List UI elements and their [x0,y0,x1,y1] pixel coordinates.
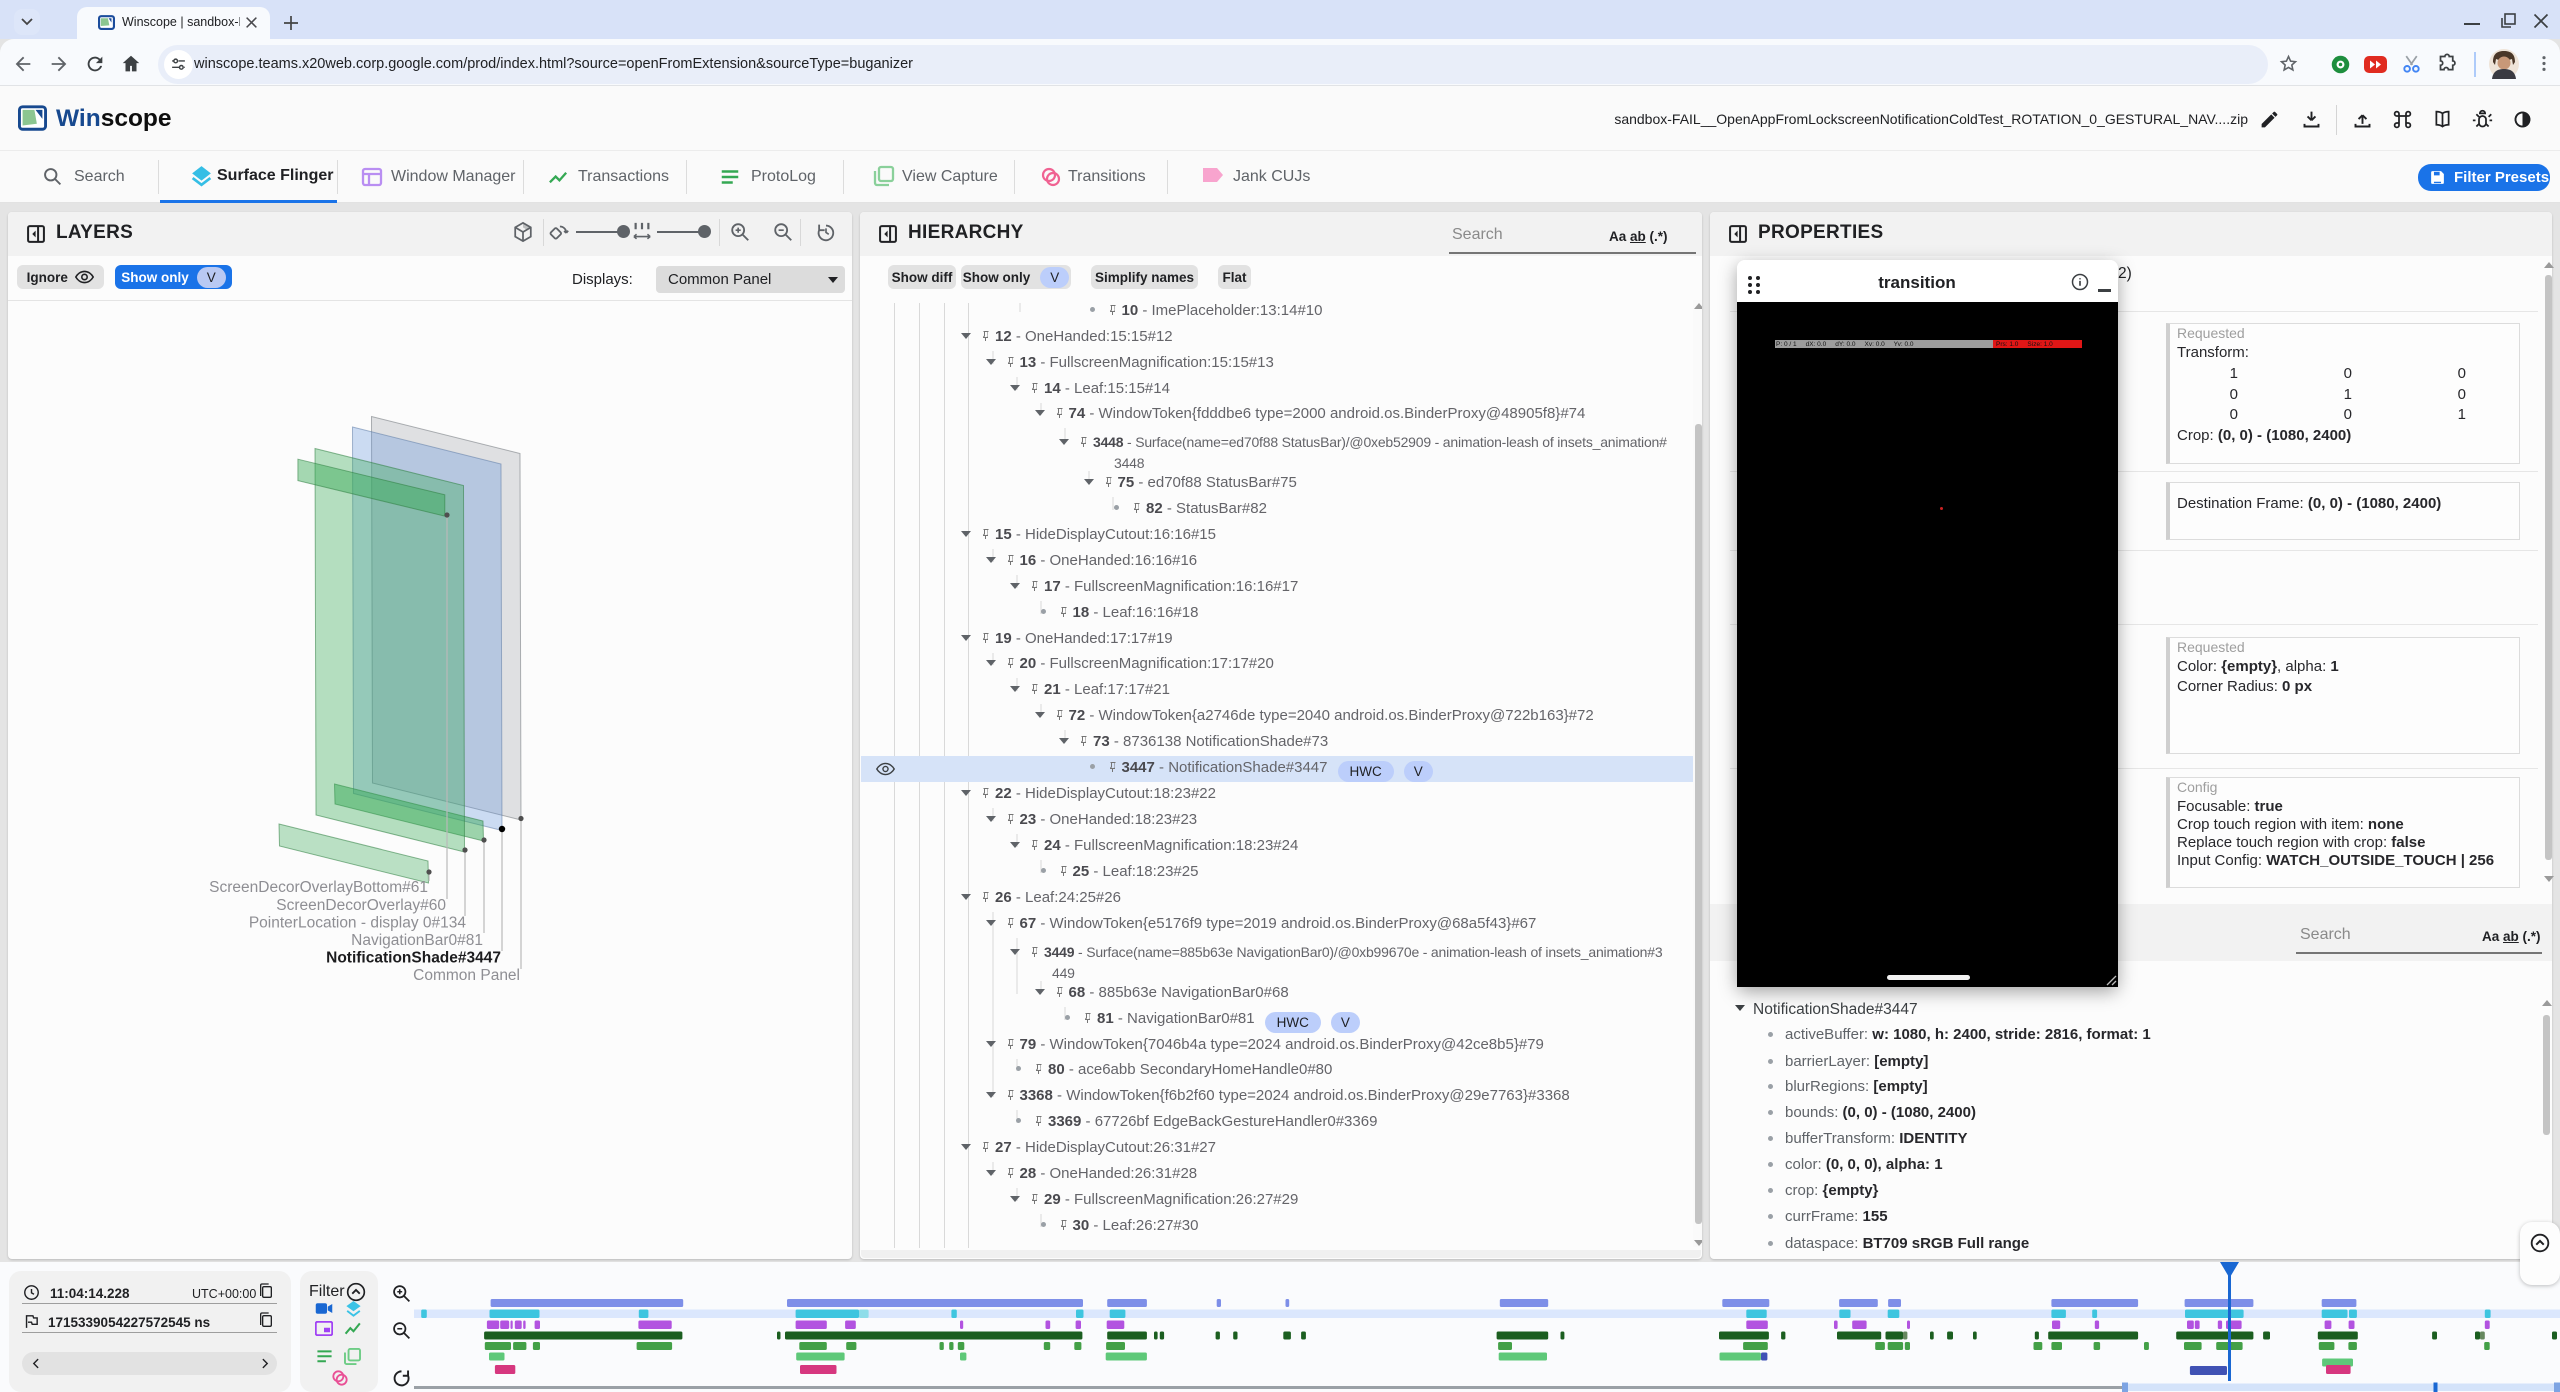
svg-text:ScreenDecorOverlay#60: ScreenDecorOverlay#60 [276,897,446,914]
svg-text:Common Panel: Common Panel [413,967,520,984]
svg-text:PointerLocation - display 0#13: PointerLocation - display 0#134 [249,915,467,932]
svg-text:NavigationBar0#81: NavigationBar0#81 [351,932,483,949]
svg-text:ScreenDecorOverlayBottom#61: ScreenDecorOverlayBottom#61 [209,879,428,896]
svg-text:NotificationShade#3447: NotificationShade#3447 [326,950,501,967]
